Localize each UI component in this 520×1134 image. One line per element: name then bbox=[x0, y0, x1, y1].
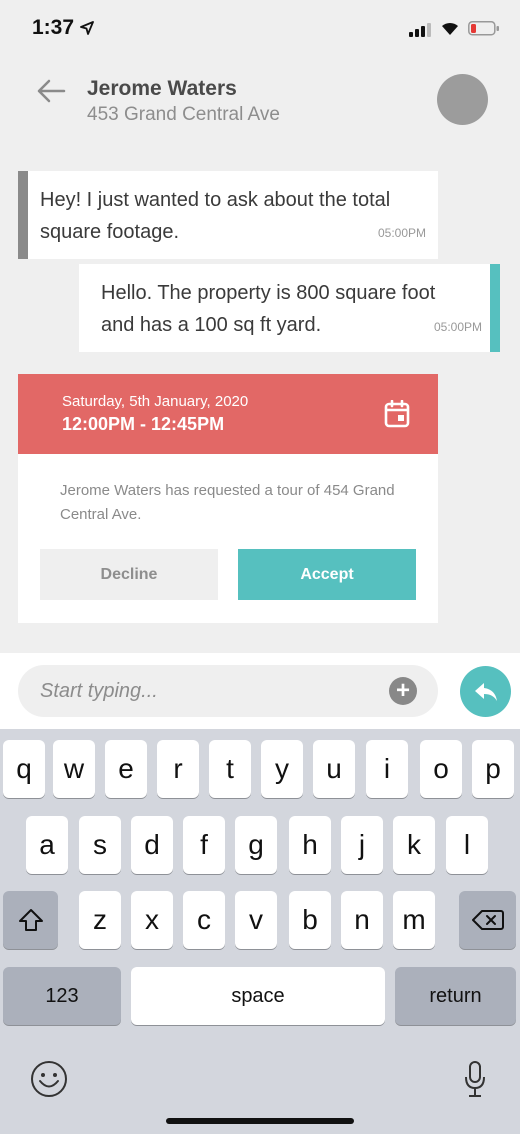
return-key[interactable]: return bbox=[395, 967, 516, 1025]
shift-key[interactable] bbox=[3, 891, 58, 949]
plus-icon[interactable]: + bbox=[389, 677, 417, 705]
key-z[interactable]: z bbox=[79, 891, 121, 949]
key-v[interactable]: v bbox=[235, 891, 277, 949]
message-text: Hey! I just wanted to ask about the tota… bbox=[40, 189, 391, 243]
battery-icon bbox=[468, 21, 499, 36]
tour-date: Saturday, 5th January, 2020 bbox=[62, 393, 249, 410]
status-bar: 1:37 bbox=[0, 0, 520, 60]
status-time: 1:37 bbox=[32, 16, 75, 39]
space-key[interactable]: space bbox=[131, 967, 385, 1025]
tour-request-text: Jerome Waters has requested a tour of 45… bbox=[60, 482, 395, 523]
contact-address: 453 Grand Central Ave bbox=[87, 104, 280, 125]
contact-name: Jerome Waters bbox=[87, 77, 237, 100]
send-button[interactable] bbox=[460, 666, 511, 717]
key-f[interactable]: f bbox=[183, 816, 225, 874]
message-input[interactable]: Start typing... + bbox=[18, 665, 438, 717]
wifi-icon bbox=[442, 22, 458, 35]
signal-icon bbox=[409, 23, 431, 37]
decline-button[interactable]: Decline bbox=[40, 549, 218, 600]
key-j[interactable]: j bbox=[341, 816, 383, 874]
message-text: Hello. The property is 800 square foot a… bbox=[101, 282, 436, 336]
emoji-icon[interactable] bbox=[30, 1060, 68, 1098]
key-c[interactable]: c bbox=[183, 891, 225, 949]
key-g[interactable]: g bbox=[235, 816, 277, 874]
key-m[interactable]: m bbox=[393, 891, 435, 949]
key-l[interactable]: l bbox=[446, 816, 488, 874]
key-w[interactable]: w bbox=[53, 740, 95, 798]
avatar[interactable] bbox=[437, 74, 488, 125]
reply-icon bbox=[474, 682, 497, 701]
message-time: 05:00PM bbox=[433, 320, 482, 334]
key-r[interactable]: r bbox=[157, 740, 199, 798]
composer-bar: Start typing... + bbox=[0, 653, 520, 729]
keyboard: q w e r t y u i o p a s d f g h j k l z … bbox=[0, 729, 520, 1134]
key-s[interactable]: s bbox=[79, 816, 121, 874]
key-y[interactable]: y bbox=[261, 740, 303, 798]
back-arrow-icon[interactable] bbox=[36, 78, 66, 104]
calendar-icon bbox=[384, 400, 410, 428]
key-t[interactable]: t bbox=[209, 740, 251, 798]
accept-button[interactable]: Accept bbox=[238, 549, 416, 600]
key-x[interactable]: x bbox=[131, 891, 173, 949]
microphone-icon[interactable] bbox=[463, 1060, 487, 1100]
key-a[interactable]: a bbox=[26, 816, 68, 874]
key-n[interactable]: n bbox=[341, 891, 383, 949]
location-arrow-icon bbox=[80, 21, 94, 35]
key-p[interactable]: p bbox=[472, 740, 514, 798]
key-b[interactable]: b bbox=[289, 891, 331, 949]
key-h[interactable]: h bbox=[289, 816, 331, 874]
key-q[interactable]: q bbox=[3, 740, 45, 798]
message-outgoing: Hello. The property is 800 square foot a… bbox=[79, 264, 500, 352]
key-e[interactable]: e bbox=[105, 740, 147, 798]
numbers-key[interactable]: 123 bbox=[3, 967, 121, 1025]
key-d[interactable]: d bbox=[131, 816, 173, 874]
home-indicator bbox=[166, 1118, 354, 1124]
delete-icon bbox=[471, 910, 504, 930]
delete-key[interactable] bbox=[459, 891, 516, 949]
message-input-placeholder: Start typing... bbox=[40, 680, 158, 702]
key-k[interactable]: k bbox=[393, 816, 435, 874]
tour-request-card: Saturday, 5th January, 2020 12:00PM - 12… bbox=[18, 374, 438, 623]
message-time: 05:00PM bbox=[377, 226, 426, 240]
message-incoming: Hey! I just wanted to ask about the tota… bbox=[18, 171, 438, 259]
tour-time-range: 12:00PM - 12:45PM bbox=[62, 414, 225, 434]
tour-header: Saturday, 5th January, 2020 12:00PM - 12… bbox=[18, 374, 438, 454]
shift-icon bbox=[18, 909, 43, 931]
key-u[interactable]: u bbox=[313, 740, 355, 798]
key-o[interactable]: o bbox=[420, 740, 462, 798]
key-i[interactable]: i bbox=[366, 740, 408, 798]
